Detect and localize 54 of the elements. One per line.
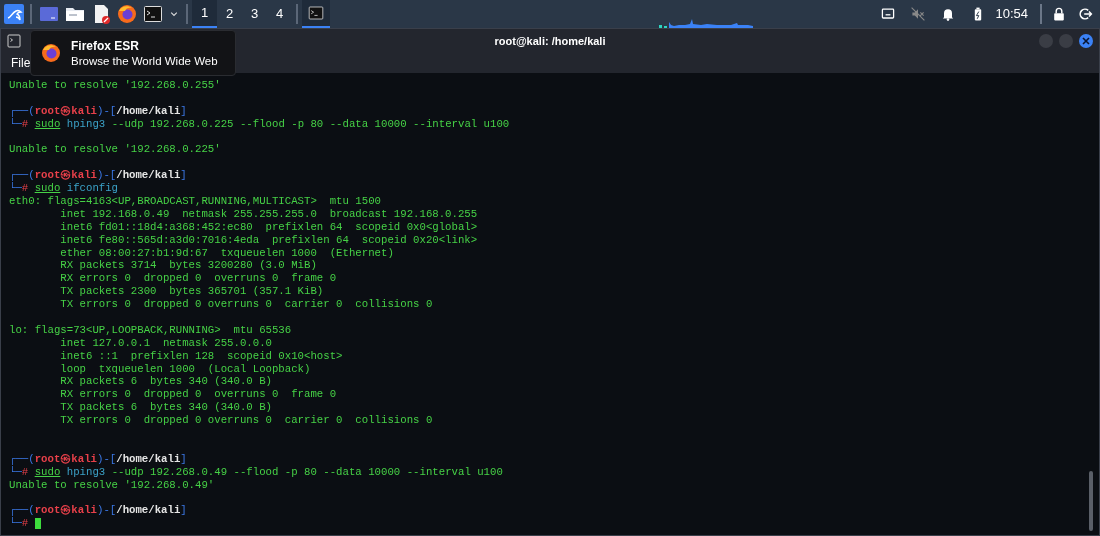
close-button[interactable] (1079, 34, 1093, 48)
terminal-line: eth0: flags=4163<UP,BROADCAST,RUNNING,MULTICAST> mtu 1500 (9, 195, 381, 208)
menu-item[interactable]: File (11, 54, 31, 72)
monitor-icon (880, 6, 897, 22)
firefox-icon (41, 43, 61, 63)
speaker-muted-icon (910, 6, 927, 22)
terminal-line: RX packets 3714 bytes 3200280 (3.0 MiB) (59, 259, 317, 273)
terminal-line: └─# sudo ifconfig (9, 182, 119, 196)
terminal-line: TX packets 2300 bytes 365701 (357.1 KiB) (59, 285, 324, 299)
clock[interactable]: 10:54 (995, 4, 1028, 24)
terminal-line: └─# sudo hping3 --udp 192.268.0.225 --flood -p 80 --data 10000 --interval u100 (9, 117, 510, 131)
terminal-icon (143, 4, 163, 24)
scrollbar-thumb[interactable] (1089, 471, 1093, 531)
terminal-line: inet6 fe80::565d:a3d0:7016:4eda prefixlen 64 scopeid 0x20<link> (59, 233, 478, 247)
terminal-line: RX errors 0 dropped 0 overruns 0 frame 0 (59, 388, 337, 402)
tooltip-title: Firefox ESR (71, 37, 140, 54)
desktop-icon (39, 4, 59, 24)
terminal-line: Unable to resolve '192.268.0.49' (9, 478, 215, 492)
terminal-line: inet 127.0.0.1 netmask 255.0.0.0 (59, 336, 272, 350)
lock-icon (1051, 6, 1067, 22)
workspace-tab[interactable]: 1 (192, 0, 217, 28)
terminal-line: ┌──(root㉿kali)-[/home/kali] (9, 104, 187, 118)
terminal-line: Unable to resolve '192.268.0.255' (9, 79, 221, 92)
firefox-icon (117, 4, 137, 24)
terminal-line: TX errors 0 dropped 0 overruns 0 carrier 0 collisions 0 (59, 298, 433, 312)
terminal-line: └─# sudo hping3 --udp 192.268.0.49 --flood -p 80 --data 10000 --interval u100 (9, 465, 503, 479)
text-cursor (34, 518, 42, 530)
terminal-line: ┌──(root㉿kali)-[/home/kali] (9, 504, 187, 518)
terminal-line: lo: flags=73<UP,LOOPBACK,RUNNING> mtu 65536 (9, 323, 292, 337)
terminal-line: RX errors 0 dropped 0 overruns 0 frame 0 (59, 272, 337, 286)
terminal-line: ┌──(root㉿kali)-[/home/kali] (9, 452, 187, 466)
tooltip-description: Browse the World Wide Web (71, 53, 218, 69)
terminal-line: TX errors 0 dropped 0 overruns 0 carrier 0 collisions 0 (59, 414, 433, 428)
close-icon (1082, 37, 1090, 45)
terminal-line: ether 08:00:27:b1:9d:67 txqueuelen 1000 (Ethernet) (59, 246, 394, 260)
prompt-line: └─# (9, 517, 29, 531)
workspace-tab[interactable]: 3 (242, 0, 267, 28)
terminal-line: TX packets 6 bytes 340 (340.0 B) (59, 401, 272, 415)
logout-icon (1077, 6, 1093, 22)
terminal-line: Unable to resolve '192.268.0.225' (9, 143, 221, 157)
terminal-line: inet6 ::1 prefixlen 128 scopeid 0x10<host> (59, 349, 343, 363)
terminal-line: inet6 fd01::18d4:a368:452:ec80 prefixlen 64 scopeid 0x0<global> (59, 220, 478, 234)
window-title: root@kali: /home/kali (494, 33, 606, 49)
workspace-tab[interactable]: 2 (217, 0, 242, 28)
dragon-logo-icon (4, 4, 24, 24)
terminal-icon (7, 34, 21, 48)
terminal-line: RX packets 6 bytes 340 (340.0 B) (59, 375, 272, 389)
terminal-line: ┌──(root㉿kali)-[/home/kali] (9, 169, 187, 183)
workspace-tab[interactable]: 4 (267, 0, 292, 28)
launcher-button[interactable] (2, 1, 26, 27)
terminal-line: loop txqueuelen 1000 (Local Loopback) (59, 362, 311, 376)
terminal-line: inet 192.168.0.49 netmask 255.255.255.0 broadcast 192.168.0.255 (59, 207, 478, 221)
terminal-icon (308, 5, 324, 21)
task-button[interactable] (302, 0, 330, 28)
